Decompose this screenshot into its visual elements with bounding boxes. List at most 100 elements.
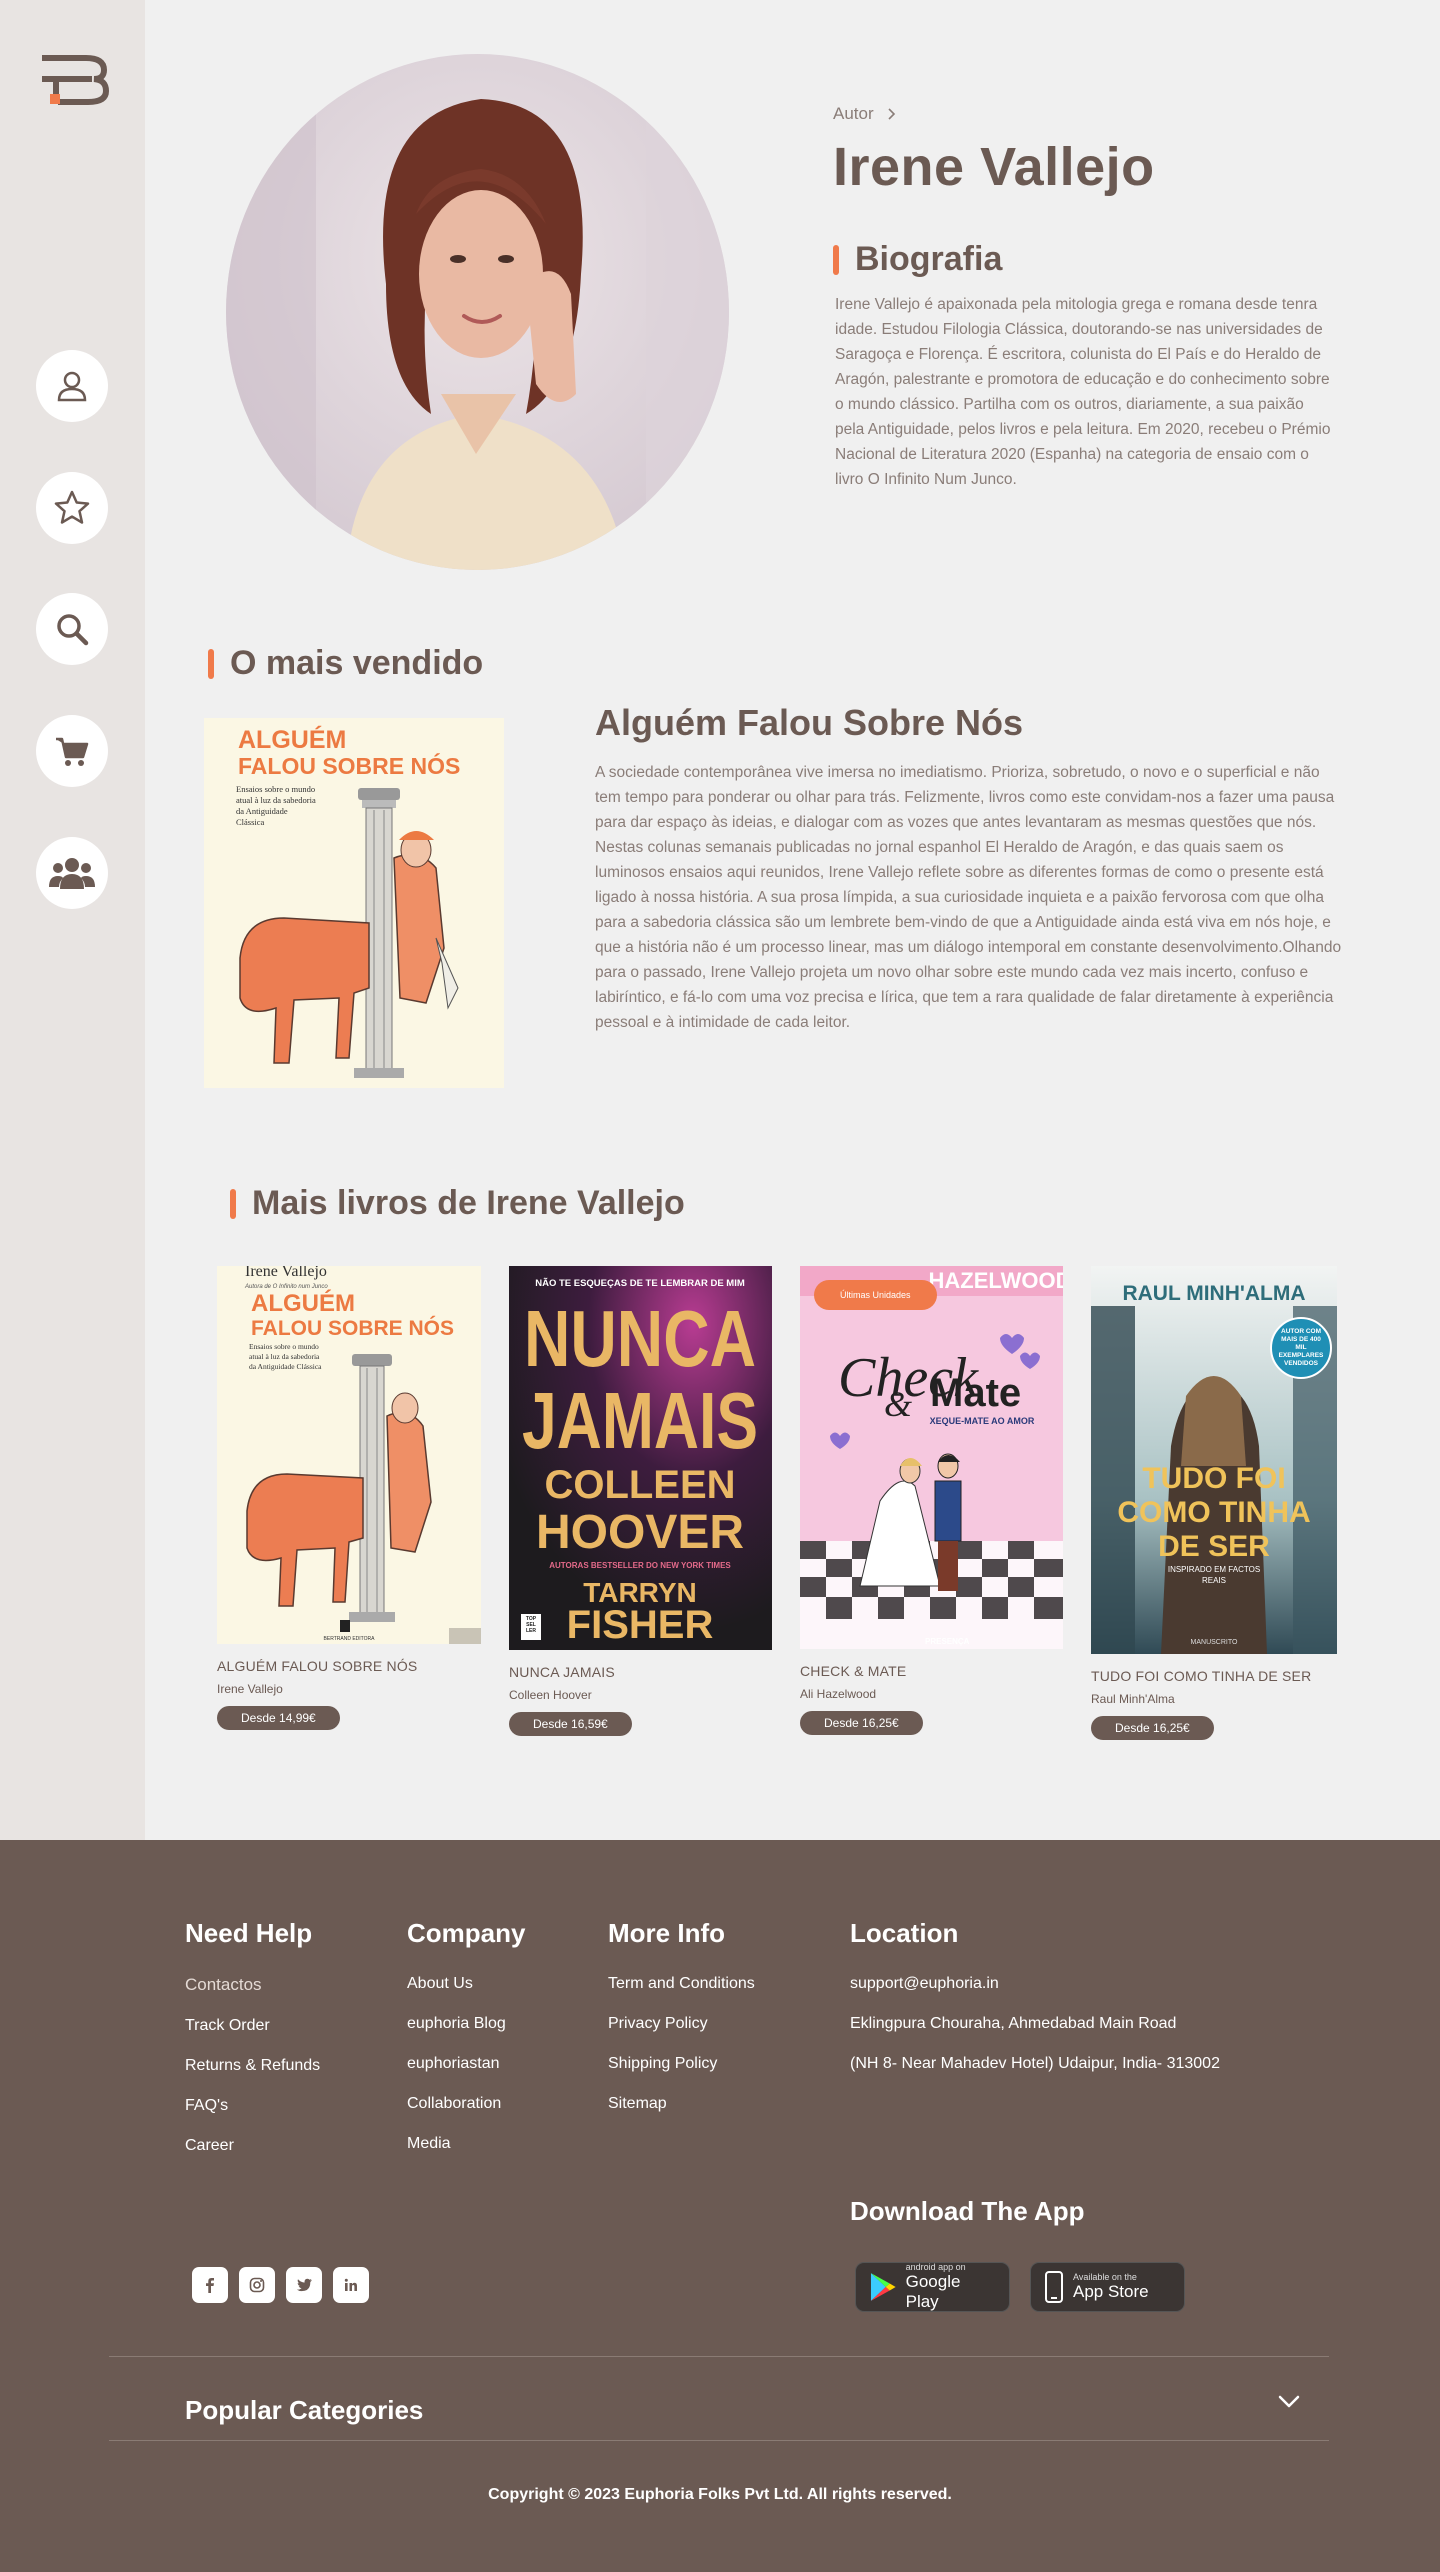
cart-icon: [56, 737, 89, 766]
app-store-button[interactable]: Available on the App Store: [1030, 2262, 1185, 2312]
more-books-heading: Mais livros de Irene Vallejo: [230, 1184, 685, 1223]
book-cover[interactable]: HAZELWOOD Check & Mate XEQUE-MATE AO AMO…: [800, 1266, 1063, 1649]
price-button[interactable]: Desde 16,59€: [509, 1712, 632, 1736]
chevron-down-icon[interactable]: [1276, 2388, 1302, 2414]
cover-seal: AUTOR COM MAIS DE 400 MIL EXEMPLARES VEN…: [1278, 1328, 1324, 1367]
book-title[interactable]: ALGUÉM FALOU SOBRE NÓS: [217, 1658, 481, 1674]
book-title[interactable]: TUDO FOI COMO TINHA DE SER: [1091, 1668, 1337, 1684]
accent-bar: [833, 244, 839, 275]
cover-subtitle: Ensaios sobre o mundo atual à luz da sab…: [249, 1342, 322, 1371]
cover-title-line2: JAMAIS: [522, 1376, 758, 1465]
footer-location: Location support@euphoria.in Eklingpura …: [850, 1918, 1220, 2095]
cart-button[interactable]: [36, 715, 108, 787]
cover-author: HAZELWOOD: [929, 1268, 1064, 1293]
author-photo: [226, 54, 729, 570]
footer-link-collaboration[interactable]: Collaboration: [407, 2095, 525, 2113]
last-units-badge: Últimas Unidades: [814, 1280, 937, 1310]
social-links: [192, 2267, 369, 2303]
divider: [109, 2440, 1329, 2441]
download-app-title: Download The App: [850, 2196, 1085, 2226]
book-cover[interactable]: NÃO TE ESQUEÇAS DE TE LEMBRAR DE MIM NUN…: [509, 1266, 772, 1650]
book-author[interactable]: Raul Minh'Alma: [1091, 1692, 1337, 1706]
search-icon: [57, 614, 89, 646]
cover-subtitle: INSPIRADO EM FACTOS REAIS: [1167, 1565, 1261, 1585]
price-button[interactable]: Desde 16,25€: [1091, 1716, 1214, 1740]
footer-heading: Location: [850, 1918, 959, 1948]
popular-categories-toggle[interactable]: Popular Categories: [185, 2395, 423, 2426]
footer-link-contacts[interactable]: Contactos: [185, 1975, 320, 1995]
cover-publisher: TOP SEL LER: [525, 1616, 537, 1634]
cover-title-line1: TUDO FOI: [1142, 1462, 1285, 1495]
instagram-icon: [249, 2277, 265, 2293]
cover-author1-first: COLLEEN: [544, 1463, 735, 1507]
app-store-small: Available on the: [1073, 2272, 1137, 2282]
cover-title-amp: &: [884, 1384, 912, 1424]
book-cover[interactable]: Irene Vallejo Autora de O Infinito num J…: [217, 1266, 481, 1644]
book-card[interactable]: NÃO TE ESQUEÇAS DE TE LEMBRAR DE MIM NUN…: [509, 1266, 772, 1736]
price-button[interactable]: Desde 16,25€: [800, 1711, 923, 1735]
footer-link-blog[interactable]: euphoria Blog: [407, 2015, 525, 2033]
bestseller-cover[interactable]: ALGUÉM FALOU SOBRE NÓS Ensaios sobre o m…: [204, 718, 504, 1088]
footer-heading: More Info: [608, 1918, 725, 1948]
footer-link-about[interactable]: About Us: [407, 1975, 525, 1993]
footer-link-returns[interactable]: Returns & Refunds: [185, 2057, 320, 2075]
accent-bar: [230, 1188, 236, 1219]
favorites-button[interactable]: [36, 472, 108, 544]
google-play-small: android app on: [905, 2262, 966, 2272]
community-button[interactable]: [36, 837, 108, 909]
book-author[interactable]: Colleen Hoover: [509, 1688, 772, 1702]
profile-button[interactable]: [36, 350, 108, 422]
cover-title-line1: ALGUÉM: [251, 1289, 355, 1317]
footer-address-line1: Eklingpura Chouraha, Ahmedabad Main Road: [850, 2015, 1177, 2032]
book-author[interactable]: Ali Hazelwood: [800, 1687, 1063, 1701]
footer-link-track-order[interactable]: Track Order: [185, 2017, 320, 2035]
biography-heading: Biografia: [833, 240, 1002, 279]
cover-bestseller: AUTORAS BESTSELLER DO NEW YORK TIMES: [549, 1561, 731, 1570]
cover-title-line2: FALOU SOBRE NÓS: [238, 752, 460, 779]
book-card[interactable]: Irene Vallejo Autora de O Infinito num J…: [217, 1266, 481, 1730]
footer-need-help: Need Help Contactos Track Order Returns …: [185, 1918, 320, 2177]
footer-link-euphoriastan[interactable]: euphoriastan: [407, 2055, 525, 2073]
cover-author: Irene Vallejo: [245, 1266, 327, 1280]
footer-heading: Company: [407, 1918, 526, 1948]
twitter-icon: [296, 2278, 312, 2291]
footer-link-faqs[interactable]: FAQ's: [185, 2097, 320, 2115]
price-button[interactable]: Desde 14,99€: [217, 1706, 340, 1730]
cover-author1-last: HOOVER: [536, 1506, 744, 1559]
book-cover[interactable]: RAUL MINH'ALMA AUTOR COM MAIS DE 400 MIL…: [1091, 1266, 1337, 1654]
biography-text: Irene Vallejo é apaixonada pela mitologi…: [835, 296, 1331, 488]
footer-link-terms[interactable]: Term and Conditions: [608, 1975, 755, 1993]
book-card[interactable]: RAUL MINH'ALMA AUTOR COM MAIS DE 400 MIL…: [1091, 1266, 1337, 1740]
book-author[interactable]: Irene Vallejo: [217, 1682, 481, 1696]
cover-subtitle: XEQUE-MATE AO AMOR: [930, 1416, 1035, 1426]
linkedin-button[interactable]: [333, 2267, 369, 2303]
user-icon: [57, 371, 87, 402]
divider: [109, 2356, 1329, 2357]
book-card[interactable]: HAZELWOOD Check & Mate XEQUE-MATE AO AMO…: [800, 1266, 1063, 1735]
app-store-big: App Store: [1073, 2282, 1149, 2301]
cover-publisher: MANUSCRITO: [1191, 1639, 1238, 1646]
footer-email[interactable]: support@euphoria.in: [850, 1975, 1220, 1993]
footer-link-shipping[interactable]: Shipping Policy: [608, 2055, 755, 2073]
bestseller-section-title: O mais vendido: [230, 644, 484, 682]
footer-link-media[interactable]: Media: [407, 2135, 525, 2153]
twitter-button[interactable]: [286, 2267, 322, 2303]
google-play-icon: [870, 2273, 896, 2301]
footer-link-career[interactable]: Career: [185, 2137, 320, 2155]
bestseller-title: Alguém Falou Sobre Nós: [595, 702, 1024, 743]
cover-title-line2: Mate: [930, 1371, 1021, 1415]
instagram-button[interactable]: [239, 2267, 275, 2303]
breadcrumb-author-link[interactable]: Autor: [833, 104, 874, 124]
book-title[interactable]: CHECK & MATE: [800, 1663, 1063, 1679]
google-play-button[interactable]: android app on Google Play: [855, 2262, 1010, 2312]
cover-title-line3: DE SER: [1158, 1530, 1270, 1563]
book-title[interactable]: NUNCA JAMAIS: [509, 1664, 772, 1680]
euphoria-logo[interactable]: [36, 52, 110, 106]
footer-link-sitemap[interactable]: Sitemap: [608, 2095, 755, 2113]
footer-link-privacy[interactable]: Privacy Policy: [608, 2015, 755, 2033]
facebook-button[interactable]: [192, 2267, 228, 2303]
star-icon: [54, 490, 90, 524]
search-button[interactable]: [36, 593, 108, 665]
sidebar: [0, 0, 145, 1840]
cover-author2-last: FISHER: [567, 1603, 714, 1647]
